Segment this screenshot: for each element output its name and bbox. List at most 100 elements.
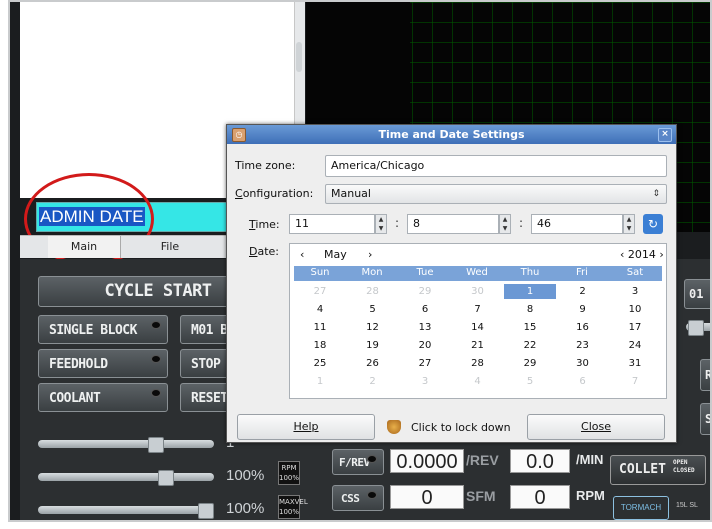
timezone-field[interactable]: America/Chicago [325, 155, 667, 177]
calendar-day[interactable]: 5 [504, 374, 556, 389]
dialog-titlebar[interactable]: ◷ Time and Date Settings × [227, 125, 676, 144]
rpm-override-slider[interactable] [38, 470, 214, 486]
month-label: May [324, 248, 347, 261]
calendar-header: ‹ May › ‹ 2014 › [290, 244, 666, 266]
calendar-day[interactable]: 4 [452, 374, 504, 389]
side-button-s[interactable]: S [700, 403, 710, 435]
tormach-logo: TORMACH [613, 496, 669, 520]
rpm-unit: RPM [576, 488, 605, 503]
tab-file[interactable]: File [130, 236, 210, 258]
cycle-start-button[interactable]: CYCLE START [38, 276, 238, 307]
calendar-day[interactable]: 8 [504, 302, 556, 317]
calendar-day[interactable]: 15 [504, 320, 556, 335]
calendar-day[interactable]: 27 [399, 356, 451, 371]
side-button-r[interactable]: R [700, 359, 710, 391]
collet-button[interactable]: COLLET OPEN CLOSED [610, 455, 706, 485]
m01-side-button[interactable]: 01 [684, 279, 710, 309]
time-label: Time: [249, 218, 280, 231]
calendar-day[interactable]: 12 [347, 320, 399, 335]
calendar-day[interactable]: 13 [399, 320, 451, 335]
calendar-day[interactable]: 10 [609, 302, 661, 317]
lock-icon[interactable] [387, 420, 401, 434]
calendar-day[interactable]: 28 [452, 356, 504, 371]
led-indicator [367, 491, 377, 499]
next-month-button[interactable]: › [368, 248, 372, 261]
calendar-day[interactable]: 20 [399, 338, 451, 353]
calendar-day[interactable]: 17 [609, 320, 661, 335]
prev-month-button[interactable]: ‹ [300, 248, 304, 261]
sfm-unit: SFM [466, 488, 496, 504]
maxvel-override-slider[interactable] [38, 503, 214, 519]
fpr-button[interactable]: F/REV [332, 449, 384, 475]
lock-label[interactable]: Click to lock down [411, 421, 511, 434]
calendar-day[interactable]: 6 [557, 374, 609, 389]
close-button[interactable]: Close [527, 414, 665, 440]
calendar-day[interactable]: 5 [347, 302, 399, 317]
calendar-day[interactable]: 18 [294, 338, 346, 353]
calendar-day[interactable]: 11 [294, 320, 346, 335]
fpr-readout[interactable]: 0.0000 [390, 449, 464, 473]
feed-readout[interactable]: 0.0 [510, 449, 570, 473]
calendar-day[interactable]: 3 [609, 284, 661, 299]
listing-scrollbar-thumb[interactable] [296, 42, 302, 72]
time-date-dialog: ◷ Time and Date Settings × Time zone: Am… [226, 124, 677, 443]
minute-spinner[interactable]: ▲ ▼ [499, 214, 511, 234]
calendar-day[interactable]: 6 [399, 302, 451, 317]
sfm-readout[interactable]: 0 [390, 485, 464, 509]
calendar-day[interactable]: 2 [557, 284, 609, 299]
css-button[interactable]: CSS [332, 485, 384, 511]
calendar-day[interactable]: 22 [504, 338, 556, 353]
slider-knob[interactable] [148, 437, 164, 453]
single-block-button[interactable]: SINGLE BLOCK [38, 315, 168, 344]
slider-knob[interactable] [158, 470, 174, 486]
calendar-day[interactable]: 7 [452, 302, 504, 317]
help-button[interactable]: Help [237, 414, 375, 440]
calendar-day[interactable]: 7 [609, 374, 661, 389]
year-selector[interactable]: ‹ 2014 › [620, 248, 664, 261]
refresh-icon[interactable]: ↻ [643, 214, 663, 234]
rpm-tag: RPM 100% [278, 461, 300, 485]
close-icon[interactable]: × [658, 128, 672, 142]
weekday-header: Sun Mon Tue Wed Thu Fri Sat [294, 266, 662, 281]
minute-input[interactable]: 8 [407, 214, 499, 234]
calendar-day[interactable]: 1 [504, 284, 556, 299]
calendar-day[interactable]: 3 [399, 374, 451, 389]
calendar-day[interactable]: 26 [347, 356, 399, 371]
feedhold-button[interactable]: FEEDHOLD [38, 349, 168, 378]
calendar-day[interactable]: 1 [294, 374, 346, 389]
calendar-day[interactable]: 24 [609, 338, 661, 353]
coolant-button[interactable]: COOLANT [38, 383, 168, 412]
configuration-select[interactable]: Manual ⇕ [325, 184, 667, 204]
calendar-day[interactable]: 27 [294, 284, 346, 299]
slider-knob[interactable] [198, 503, 214, 519]
calendar-day[interactable]: 14 [452, 320, 504, 335]
calendar-day[interactable]: 25 [294, 356, 346, 371]
maxvel-override-value: 100% [226, 500, 265, 517]
led-indicator [151, 355, 161, 363]
hour-spinner[interactable]: ▲ ▼ [375, 214, 387, 234]
calendar-day[interactable]: 4 [294, 302, 346, 317]
second-input[interactable]: 46 [531, 214, 623, 234]
calendar-day[interactable]: 9 [557, 302, 609, 317]
slider-knob[interactable] [688, 320, 704, 336]
calendar-day[interactable]: 19 [347, 338, 399, 353]
calendar[interactable]: ‹ May › ‹ 2014 › Sun Mon Tue Wed Thu Fri… [289, 243, 667, 399]
calendar-day[interactable]: 16 [557, 320, 609, 335]
calendar-day[interactable]: 30 [452, 284, 504, 299]
calendar-day[interactable]: 2 [347, 374, 399, 389]
date-label: Date: [249, 245, 280, 258]
calendar-day[interactable]: 30 [557, 356, 609, 371]
second-spinner[interactable]: ▲ ▼ [623, 214, 635, 234]
calendar-day[interactable]: 21 [452, 338, 504, 353]
hour-input[interactable]: 11 [289, 214, 375, 234]
rpm-readout[interactable]: 0 [510, 485, 570, 509]
feed-override-slider[interactable] [38, 437, 214, 453]
led-indicator [367, 455, 377, 463]
calendar-day[interactable]: 28 [347, 284, 399, 299]
calendar-day[interactable]: 29 [399, 284, 451, 299]
calendar-day[interactable]: 29 [504, 356, 556, 371]
calendar-day[interactable]: 31 [609, 356, 661, 371]
tab-main[interactable]: Main [48, 236, 121, 258]
calendar-day[interactable]: 23 [557, 338, 609, 353]
side-slider[interactable] [686, 320, 710, 336]
